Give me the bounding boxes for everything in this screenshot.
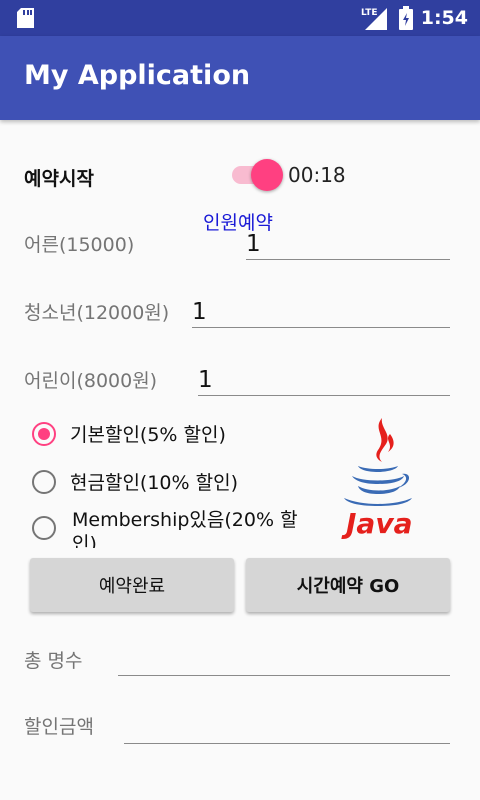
sd-card-icon bbox=[17, 8, 34, 28]
discount-amount-field[interactable] bbox=[124, 708, 450, 744]
adult-input[interactable]: 1 bbox=[246, 224, 450, 260]
radio-button[interactable] bbox=[32, 516, 56, 540]
adult-label: 어른(15000) bbox=[24, 234, 135, 256]
youth-input[interactable]: 1 bbox=[192, 292, 450, 328]
battery-icon bbox=[398, 6, 413, 30]
youth-label: 청소년(12000원) bbox=[24, 302, 170, 324]
status-bar: LTE 1:54 bbox=[0, 0, 480, 36]
switch-thumb[interactable] bbox=[251, 159, 283, 191]
radio-label: 기본할인(5% 할인) bbox=[70, 424, 226, 446]
reservation-start-label: 예약시작 bbox=[24, 168, 94, 190]
radio-label: 현금할인(10% 할인) bbox=[70, 472, 238, 494]
discount-option-membership[interactable] bbox=[32, 516, 56, 540]
radio-label-membership: Membership있음(20% 할인) bbox=[72, 509, 298, 548]
timer: 00:18 bbox=[288, 163, 346, 187]
total-count-label: 총 명수 bbox=[24, 650, 83, 672]
discount-option-cash[interactable]: 현금할인(10% 할인) bbox=[32, 468, 238, 495]
discount-amount-label: 할인금액 bbox=[24, 716, 94, 738]
java-logo-text: Java bbox=[341, 507, 412, 540]
child-label: 어린이(8000원) bbox=[24, 370, 158, 392]
child-input[interactable]: 1 bbox=[198, 360, 450, 396]
radio-button[interactable] bbox=[32, 421, 56, 446]
reserve-complete-button[interactable]: 예약완료 bbox=[30, 558, 234, 612]
app-title: My Application bbox=[24, 60, 251, 91]
java-logo: Java bbox=[341, 418, 412, 540]
signal-icon: LTE bbox=[361, 8, 387, 30]
total-count-field[interactable] bbox=[118, 640, 450, 676]
app-bar: My Application bbox=[0, 36, 480, 120]
time-reserve-button[interactable]: 시간예약 GO bbox=[246, 558, 450, 612]
radio-button[interactable] bbox=[32, 469, 56, 494]
network-type: LTE bbox=[361, 8, 378, 18]
status-time: 1:54 bbox=[420, 7, 468, 29]
discount-option-basic[interactable]: 기본할인(5% 할인) bbox=[32, 420, 226, 447]
